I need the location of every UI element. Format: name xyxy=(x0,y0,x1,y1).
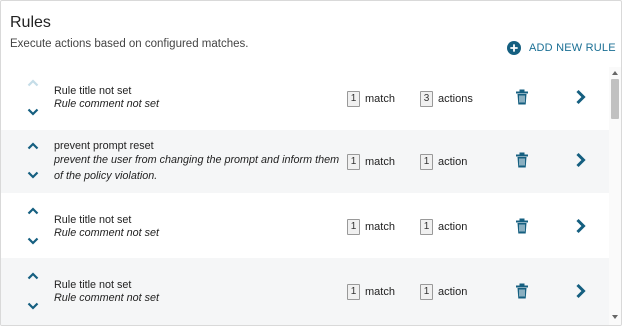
scrollbar[interactable] xyxy=(609,67,621,325)
action-label: action xyxy=(438,221,468,233)
add-new-rule-label: ADD NEW RULE xyxy=(529,42,616,54)
scrollbar-thumb[interactable] xyxy=(611,79,619,119)
rule-title: prevent prompt reset xyxy=(54,140,154,152)
rule-comment: Rule comment not set xyxy=(54,227,160,239)
move-down-icon[interactable] xyxy=(24,300,42,312)
match-count: 1 xyxy=(347,91,360,107)
chevron-right-icon[interactable] xyxy=(575,89,587,105)
rule-comment: Rule comment not set xyxy=(54,292,160,304)
chevron-right-icon[interactable] xyxy=(575,283,587,299)
match-badge: 1 match xyxy=(347,91,395,107)
action-badge: 1 action xyxy=(420,154,467,170)
action-count: 3 xyxy=(420,91,433,107)
move-up-icon[interactable] xyxy=(24,140,42,152)
match-badge: 1 match xyxy=(347,284,395,300)
action-count: 1 xyxy=(420,219,433,235)
move-down-icon[interactable] xyxy=(24,235,42,247)
move-down-icon[interactable] xyxy=(24,106,42,118)
page-subtitle: Execute actions based on configured matc… xyxy=(10,38,249,50)
move-down-icon[interactable] xyxy=(24,169,42,181)
rules-list: Rule title not set Rule comment not set … xyxy=(1,67,609,325)
rule-row: Rule title not set Rule comment not set … xyxy=(1,193,609,258)
match-label: match xyxy=(365,93,395,105)
action-label: action xyxy=(438,156,468,168)
match-label: match xyxy=(365,156,395,168)
chevron-right-icon[interactable] xyxy=(575,152,587,168)
add-new-rule-button[interactable]: ADD NEW RULE xyxy=(507,41,616,55)
chevron-right-icon[interactable] xyxy=(575,218,587,234)
action-badge: 3 actions xyxy=(420,91,473,107)
rule-row: prevent prompt reset prevent the user fr… xyxy=(1,130,609,193)
page-title: Rules xyxy=(10,14,51,31)
action-label: action xyxy=(438,286,468,298)
trash-icon[interactable] xyxy=(515,152,529,168)
action-label: actions xyxy=(438,93,473,105)
match-badge: 1 match xyxy=(347,154,395,170)
match-count: 1 xyxy=(347,219,360,235)
plus-circle-icon xyxy=(507,41,521,55)
match-badge: 1 match xyxy=(347,219,395,235)
action-badge: 1 action xyxy=(420,284,467,300)
move-up-icon[interactable] xyxy=(24,270,42,282)
action-count: 1 xyxy=(420,284,433,300)
move-up-icon[interactable] xyxy=(24,77,42,89)
action-badge: 1 action xyxy=(420,219,467,235)
rules-panel: Rules Execute actions based on configure… xyxy=(0,0,622,326)
action-count: 1 xyxy=(420,154,433,170)
scroll-up-icon[interactable] xyxy=(611,69,619,77)
rule-row: Rule title not set Rule comment not set … xyxy=(1,67,609,130)
match-count: 1 xyxy=(347,154,360,170)
trash-icon[interactable] xyxy=(515,283,529,299)
rule-comment: prevent the user from changing the promp… xyxy=(54,154,340,182)
trash-icon[interactable] xyxy=(515,89,529,105)
scroll-down-icon[interactable] xyxy=(611,313,619,321)
rule-comment: Rule comment not set xyxy=(54,98,160,110)
match-count: 1 xyxy=(347,284,360,300)
move-up-icon[interactable] xyxy=(24,205,42,217)
match-label: match xyxy=(365,221,395,233)
rule-row: Rule title not set Rule comment not set … xyxy=(1,258,609,325)
trash-icon[interactable] xyxy=(515,218,529,234)
match-label: match xyxy=(365,286,395,298)
